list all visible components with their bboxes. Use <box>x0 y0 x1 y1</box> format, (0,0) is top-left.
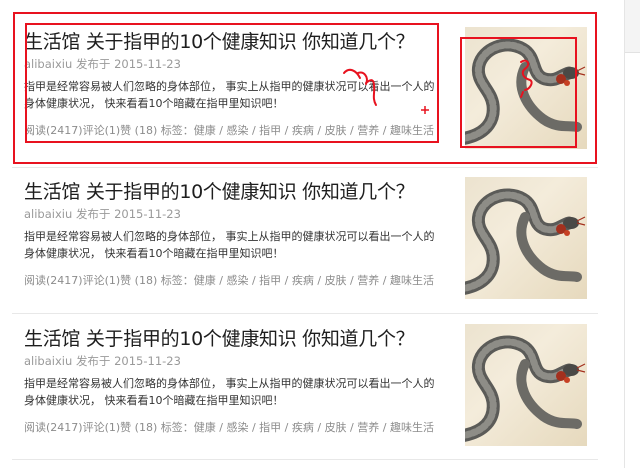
annotation-text-box <box>25 23 439 143</box>
snake-image <box>465 335 586 442</box>
snake-image <box>465 188 586 295</box>
comment-count[interactable]: 评论(1) <box>83 421 121 434</box>
article-title[interactable]: 生活馆 关于指甲的10个健康知识 你知道几个？ <box>24 324 415 351</box>
tags-label: 标签： <box>160 274 194 287</box>
tag-link[interactable]: 疾病 <box>292 274 314 287</box>
tag-link[interactable]: 皮肤 <box>325 274 347 287</box>
tag-link[interactable]: 感染 <box>226 421 248 434</box>
tag-link[interactable]: 营养 <box>357 274 379 287</box>
article-item: 生活馆 关于指甲的10个健康知识 你知道几个？ alibaixiu 发布于 20… <box>12 159 598 309</box>
article-thumbnail[interactable] <box>465 177 587 299</box>
read-count: 阅读(2417) <box>24 421 83 434</box>
annotation-image-box <box>460 37 577 148</box>
article-title[interactable]: 生活馆 关于指甲的10个健康知识 你知道几个？ <box>24 177 415 204</box>
tags-label: 标签： <box>160 421 194 434</box>
tag-link[interactable]: 指甲 <box>259 421 281 434</box>
published-label: 发布于 <box>75 207 111 221</box>
tag-link[interactable]: 健康 <box>194 274 216 287</box>
article-item: 生活馆 关于指甲的10个健康知识 你知道几个？ alibaixiu 发布于 20… <box>12 306 598 456</box>
tag-link[interactable]: 趣味生活 <box>390 421 434 434</box>
tag-link[interactable]: 趣味生活 <box>390 274 434 287</box>
published-label: 发布于 <box>75 354 111 368</box>
article-thumbnail[interactable] <box>465 324 587 446</box>
tag-link[interactable]: 健康 <box>194 421 216 434</box>
article-meta: alibaixiu 发布于 2015-11-23 <box>24 353 181 369</box>
article-summary: 指甲是经常容易被人们忽略的身体部位， 事实上从指甲的健康状况可以看出一个人的身体… <box>24 377 435 407</box>
like-count[interactable]: 赞 (18) <box>120 274 157 287</box>
tag-link[interactable]: 指甲 <box>259 274 281 287</box>
article-meta: alibaixiu 发布于 2015-11-23 <box>24 206 181 222</box>
page-edge <box>624 0 625 468</box>
scroll-area-edge <box>625 0 640 53</box>
tag-link[interactable]: 皮肤 <box>325 421 347 434</box>
article-stats: 阅读(2417)评论(1)赞 (18) 标签：健康 / 感染 / 指甲 / 疾病… <box>24 274 434 287</box>
tag-link[interactable]: 营养 <box>357 421 379 434</box>
like-count[interactable]: 赞 (18) <box>120 421 157 434</box>
tag-link[interactable]: 疾病 <box>292 421 314 434</box>
article-summary: 指甲是经常容易被人们忽略的身体部位， 事实上从指甲的健康状况可以看出一个人的身体… <box>24 230 435 260</box>
article-author[interactable]: alibaixiu <box>24 354 72 368</box>
tag-link[interactable]: 感染 <box>226 274 248 287</box>
comment-count[interactable]: 评论(1) <box>83 274 121 287</box>
article-author[interactable]: alibaixiu <box>24 207 72 221</box>
article-divider <box>12 459 598 460</box>
article-date: 2015-11-23 <box>114 354 181 368</box>
article-date: 2015-11-23 <box>114 207 181 221</box>
article-stats: 阅读(2417)评论(1)赞 (18) 标签：健康 / 感染 / 指甲 / 疾病… <box>24 421 434 434</box>
read-count: 阅读(2417) <box>24 274 83 287</box>
